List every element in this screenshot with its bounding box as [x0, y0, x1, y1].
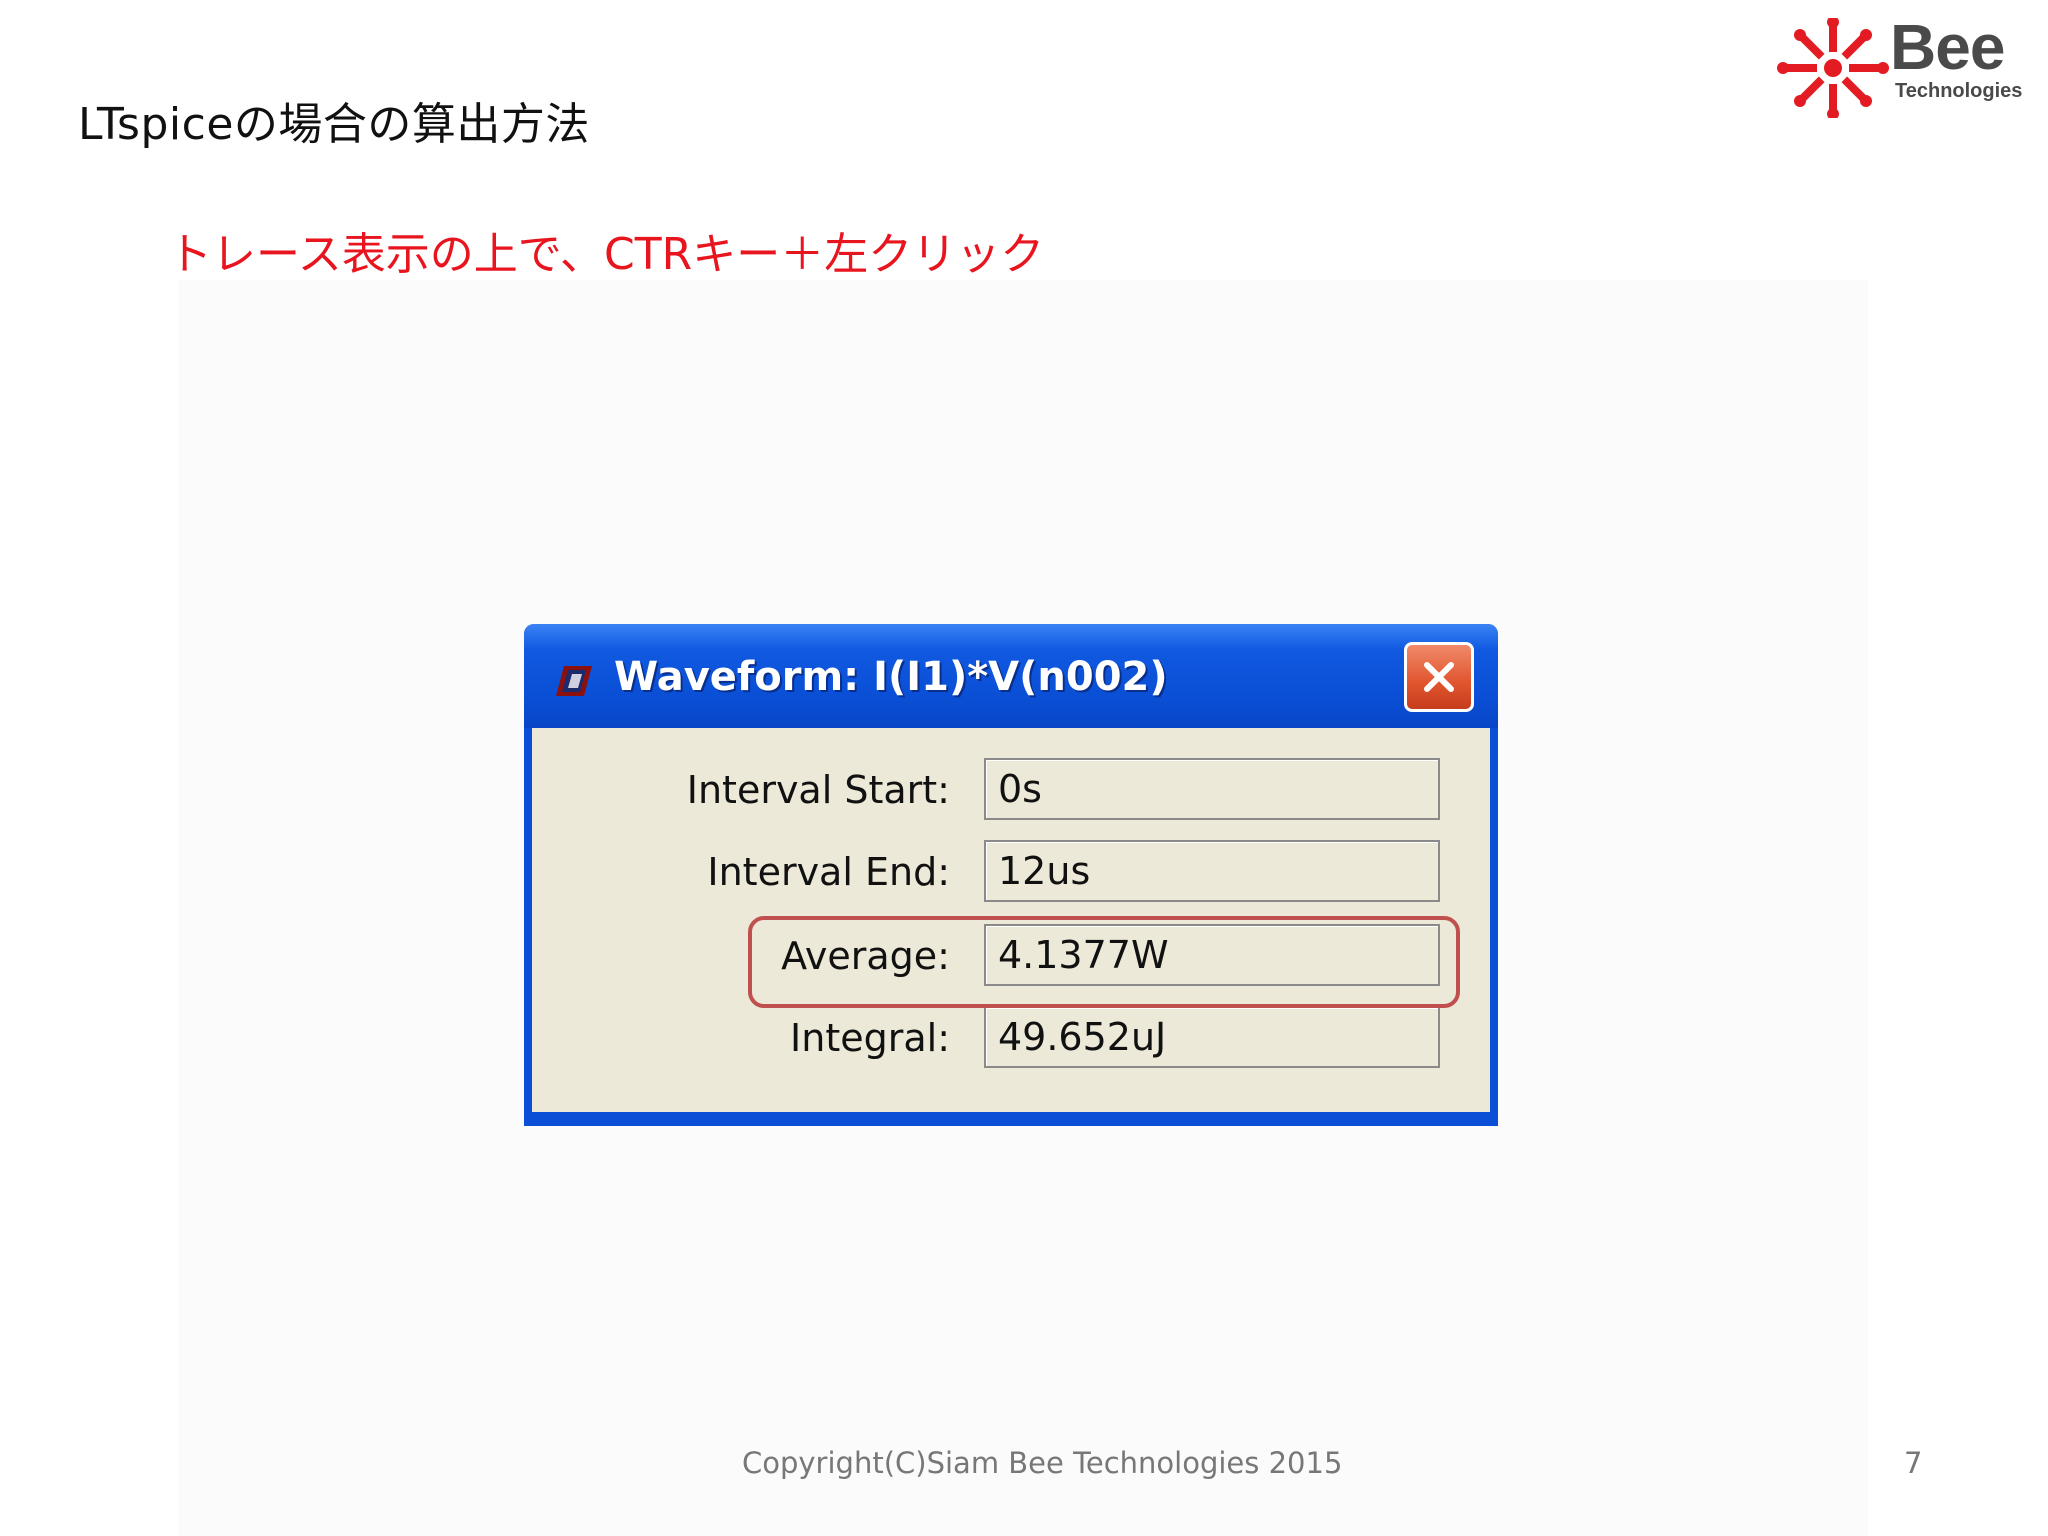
interval-end-label: Interval End: — [707, 850, 950, 894]
interval-start-label: Interval Start: — [686, 768, 950, 812]
interval-end-field[interactable]: 12us — [984, 840, 1440, 902]
integral-field[interactable]: 49.652uJ — [984, 1006, 1440, 1068]
page-title: LTspiceの場合の算出方法 — [78, 99, 590, 150]
interval-start-field[interactable]: 0s — [984, 758, 1440, 820]
close-button[interactable] — [1404, 642, 1474, 712]
waveform-dialog: Waveform: I(I1)*V(n002) Interval Start: … — [524, 624, 1498, 1126]
page-number: 7 — [1904, 1446, 1923, 1480]
dialog-title: Waveform: I(I1)*V(n002) — [614, 654, 1168, 700]
integral-label: Integral: — [790, 1016, 950, 1060]
close-icon — [1424, 662, 1454, 692]
logo-subtitle: Technologies — [1895, 80, 2023, 102]
dialog-titlebar[interactable]: Waveform: I(I1)*V(n002) — [524, 624, 1498, 728]
logo-name: Bee — [1890, 11, 2005, 83]
ltspice-app-icon — [556, 666, 592, 696]
instruction-text: トレース表示の上で、CTRキー＋左クリック — [168, 229, 1045, 280]
footer-copyright: Copyright(C)Siam Bee Technologies 2015 — [742, 1446, 1343, 1480]
average-highlight-box — [748, 916, 1460, 1008]
